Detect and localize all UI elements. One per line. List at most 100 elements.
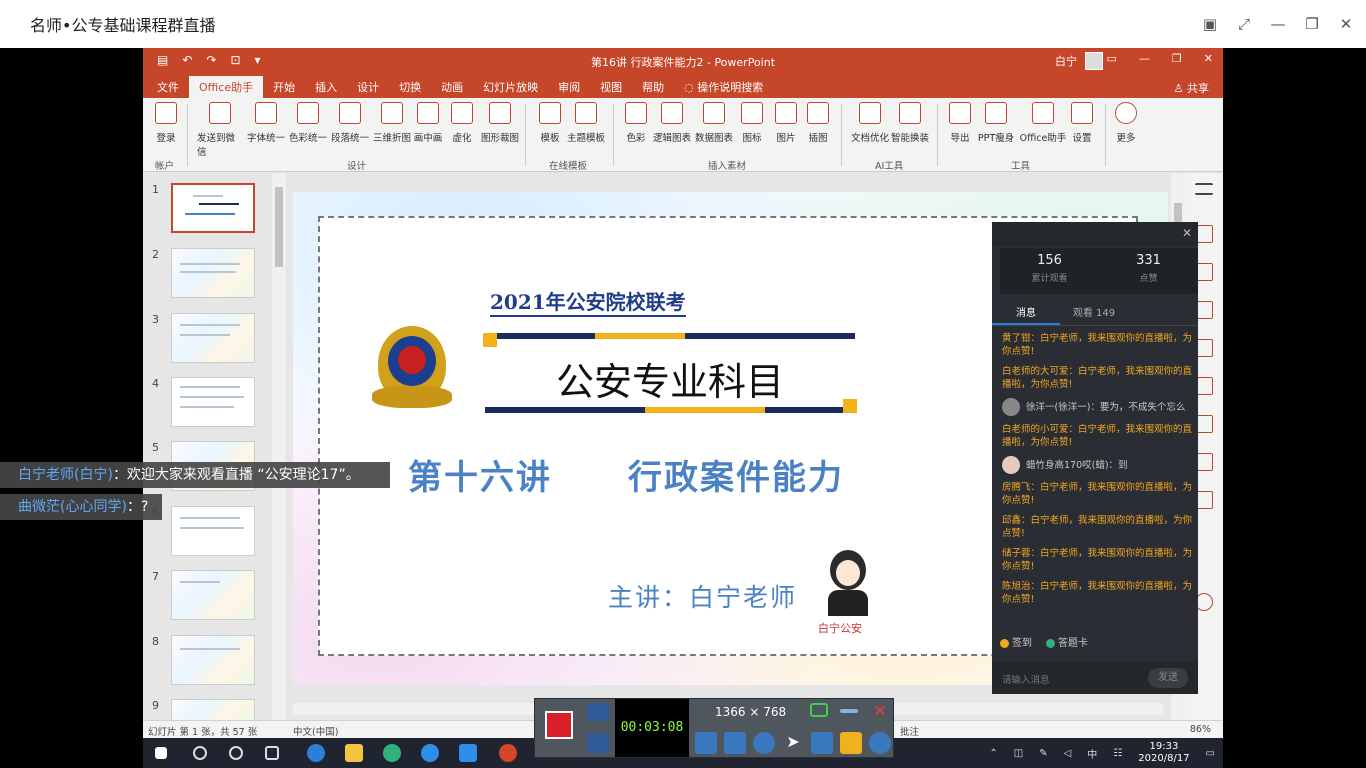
tab-messages[interactable]: 消息 — [992, 296, 1060, 325]
more-button[interactable]: 更多 — [1103, 102, 1149, 144]
share-button[interactable]: ♙ 共享 — [1174, 80, 1209, 96]
close-icon[interactable]: ✕ — [869, 701, 891, 723]
menu-icon[interactable] — [1195, 183, 1213, 195]
tab-home[interactable]: 开始 — [263, 76, 305, 98]
thumbnail-slide-3[interactable]: 3 — [143, 313, 273, 373]
file-explorer-icon[interactable] — [345, 744, 363, 762]
tab-animations[interactable]: 动画 — [431, 76, 473, 98]
fullscreen-icon[interactable]: ⤢ — [1234, 15, 1254, 33]
smart-change-button[interactable]: 智能换装 — [887, 102, 933, 144]
thumbnail-image[interactable] — [171, 313, 255, 363]
close-icon[interactable]: ✕ — [1336, 15, 1356, 33]
settings-button[interactable]: 设置 — [1059, 102, 1105, 144]
thumbnail-image[interactable] — [171, 506, 255, 556]
gear-icon[interactable] — [869, 732, 891, 754]
windows-start-icon[interactable] — [155, 747, 167, 759]
microphone-icon[interactable] — [724, 732, 746, 754]
send-wechat-button[interactable]: 发送到微信 — [197, 102, 243, 158]
tab-viewers[interactable]: 观看 149 — [1060, 296, 1128, 325]
search-icon[interactable] — [193, 746, 207, 760]
live-app-icon[interactable] — [459, 744, 477, 762]
ime-indicator[interactable]: 中 — [1087, 746, 1097, 761]
tab-office-helper[interactable]: Office助手 — [189, 76, 264, 98]
camera-icon[interactable] — [587, 703, 609, 721]
tab-view[interactable]: 视图 — [590, 76, 632, 98]
thumbnail-image[interactable] — [171, 635, 255, 685]
notification-icon[interactable]: ▭ — [1206, 748, 1215, 759]
tab-slideshow[interactable]: 幻灯片放映 — [473, 76, 548, 98]
lesson-number[interactable]: 第十六讲 — [408, 450, 552, 499]
answer-card-button[interactable]: 答题卡 — [1046, 634, 1088, 649]
lesson-name[interactable]: 行政案件能力 — [628, 450, 844, 499]
theme-template-button[interactable]: 主题模板 — [563, 102, 609, 144]
pen-icon[interactable] — [811, 732, 833, 754]
tell-me-search[interactable]: ◌ 操作说明搜索 — [674, 76, 773, 98]
folder-icon[interactable] — [840, 732, 862, 754]
region-icon[interactable] — [810, 703, 828, 717]
chat-input[interactable]: 请输入消息 — [1002, 672, 1050, 686]
ppt-slim-button[interactable]: PPT瘦身 — [973, 102, 1019, 144]
task-view-icon[interactable] — [265, 746, 279, 760]
paragraph-unify-button[interactable]: 段落统一 — [327, 102, 373, 144]
thumbnail-scrollbar[interactable] — [272, 173, 286, 723]
thumbnail-slide-7[interactable]: 7 — [143, 570, 273, 630]
tray-chevron-icon[interactable]: ⌃ — [989, 748, 997, 759]
presenter[interactable]: 主讲：白宁老师 — [608, 578, 797, 614]
signin-button[interactable]: 签到 — [1000, 634, 1032, 649]
tab-file[interactable]: 文件 — [143, 76, 189, 98]
avatar[interactable] — [1085, 52, 1103, 70]
volume-icon[interactable]: ◁ — [1064, 748, 1072, 759]
color-unify-button[interactable]: 色彩统一 — [285, 102, 331, 144]
send-button[interactable]: 发送 — [1148, 668, 1188, 688]
webcam-icon[interactable] — [753, 732, 775, 754]
thumbnail-slide-6[interactable]: 6 — [143, 506, 273, 566]
notes-button[interactable]: 批注 — [900, 724, 919, 738]
thumbnail-image[interactable] — [171, 699, 255, 721]
thumbnail-image[interactable] — [171, 377, 255, 427]
minimize-icon[interactable] — [840, 709, 858, 713]
main-title-box[interactable]: 公安专业科目 — [483, 333, 857, 413]
clock[interactable]: 19:33 2020/8/17 — [1138, 741, 1189, 765]
font-unify-button[interactable]: 字体统一 — [243, 102, 289, 144]
tab-insert[interactable]: 插入 — [305, 76, 347, 98]
ppt-restore-icon[interactable]: ❐ — [1172, 52, 1182, 65]
app-blue-icon[interactable] — [421, 744, 439, 762]
logic-chart-button[interactable]: 逻辑图表 — [649, 102, 695, 144]
thumbnail-slide-1[interactable]: 1 — [143, 183, 273, 243]
tab-help[interactable]: 帮助 — [632, 76, 674, 98]
maximize-icon[interactable]: ❐ — [1302, 15, 1322, 33]
slide-main-title[interactable]: 公安专业科目 — [485, 351, 855, 406]
pen-icon[interactable]: ✎ — [1039, 748, 1047, 759]
feedback-icon[interactable]: ▣ — [1200, 15, 1220, 33]
zoom-level[interactable]: 86% — [1190, 724, 1211, 735]
shape-crop-button[interactable]: 图形裁图 — [477, 102, 523, 144]
illustration-button[interactable]: 插图 — [795, 102, 841, 144]
pause-icon[interactable] — [587, 733, 609, 753]
thumbnail-image[interactable] — [171, 248, 255, 298]
language[interactable]: 中文(中国) — [293, 724, 338, 738]
close-icon[interactable]: ✕ — [1182, 226, 1192, 240]
tab-transitions[interactable]: 切换 — [389, 76, 431, 98]
ppt-close-icon[interactable]: ✕ — [1204, 52, 1213, 65]
thumbnail-slide-2[interactable]: 2 — [143, 248, 273, 308]
ppt-minimize-icon[interactable]: — — [1139, 52, 1150, 65]
stop-record-button[interactable] — [545, 711, 573, 739]
tab-design[interactable]: 设计 — [347, 76, 389, 98]
powerpoint-icon[interactable] — [499, 744, 517, 762]
scroll-thumb[interactable] — [275, 187, 283, 267]
cortana-icon[interactable] — [229, 746, 243, 760]
thumbnail-slide-8[interactable]: 8 — [143, 635, 273, 695]
login-button[interactable]: 登录 — [143, 102, 189, 144]
minimize-icon[interactable]: — — [1268, 15, 1288, 33]
edge-icon[interactable] — [307, 744, 325, 762]
ime-mode-icon[interactable]: ☷ — [1113, 748, 1122, 759]
tab-review[interactable]: 审阅 — [548, 76, 590, 98]
thumbnail-image[interactable] — [171, 183, 255, 233]
speaker-icon[interactable] — [695, 732, 717, 754]
slide-subtitle[interactable]: 2021年公安院校联考 — [490, 286, 686, 317]
app-green-icon[interactable] — [383, 744, 401, 762]
thumbnail-slide-4[interactable]: 4 — [143, 377, 273, 437]
cursor-icon[interactable]: ➤ — [782, 732, 804, 754]
user-area[interactable]: 白宁 — [1055, 52, 1103, 70]
ribbon-display-icon[interactable]: ▭ — [1107, 52, 1117, 65]
